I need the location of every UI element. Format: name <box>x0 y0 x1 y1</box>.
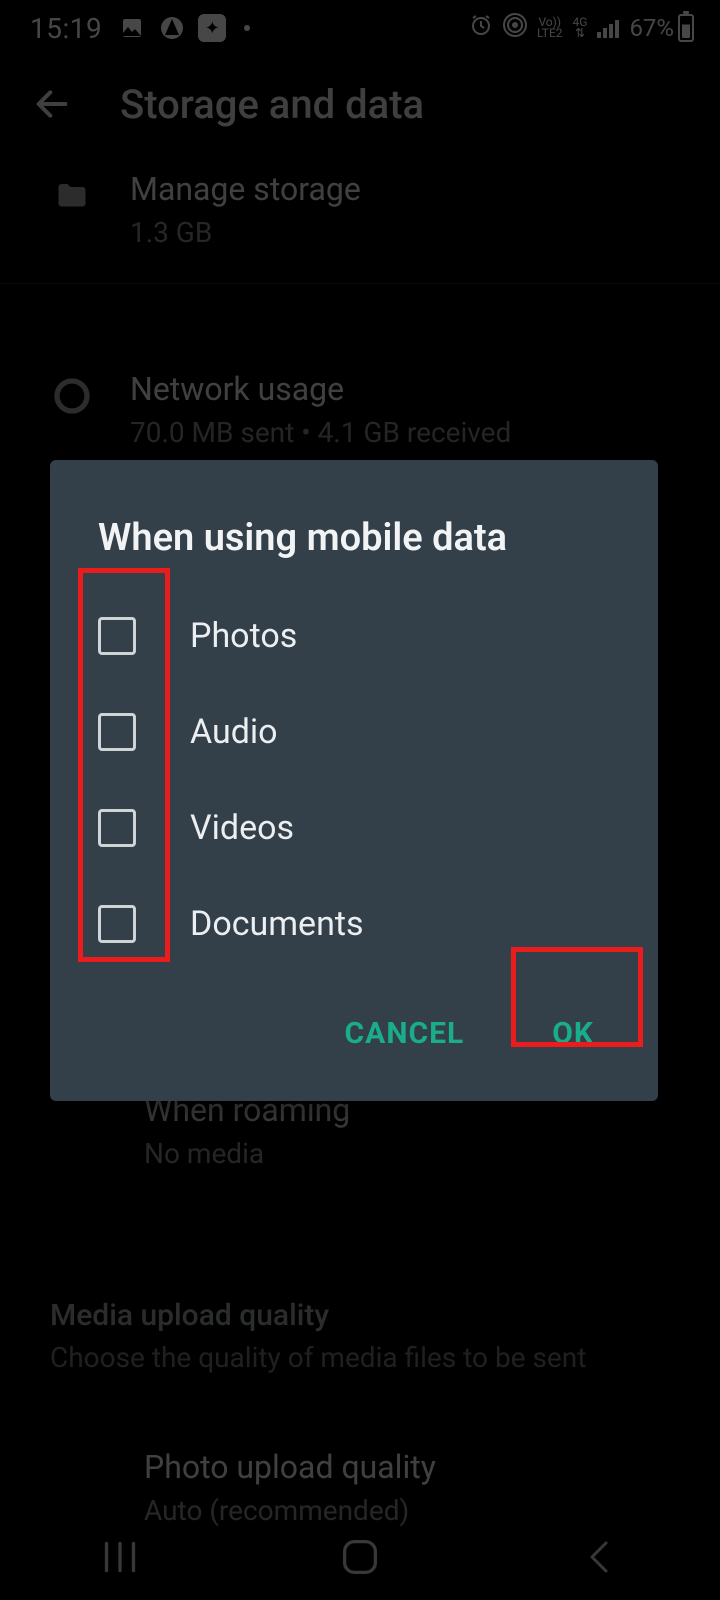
option-label: Photos <box>190 616 297 656</box>
dialog-mobile-data-autodownload: When using mobile data Photos Audio Vide… <box>50 460 658 1101</box>
option-documents[interactable]: Documents <box>50 876 658 972</box>
option-label: Videos <box>190 808 294 848</box>
cancel-button[interactable]: CANCEL <box>325 998 485 1069</box>
option-label: Documents <box>190 904 364 944</box>
option-videos[interactable]: Videos <box>50 780 658 876</box>
option-label: Audio <box>190 712 278 752</box>
checkbox-documents[interactable] <box>98 905 136 943</box>
checkbox-audio[interactable] <box>98 713 136 751</box>
option-audio[interactable]: Audio <box>50 684 658 780</box>
option-photos[interactable]: Photos <box>50 588 658 684</box>
checkbox-photos[interactable] <box>98 617 136 655</box>
dialog-title: When using mobile data <box>50 500 658 588</box>
ok-button[interactable]: OK <box>532 998 614 1069</box>
checkbox-videos[interactable] <box>98 809 136 847</box>
